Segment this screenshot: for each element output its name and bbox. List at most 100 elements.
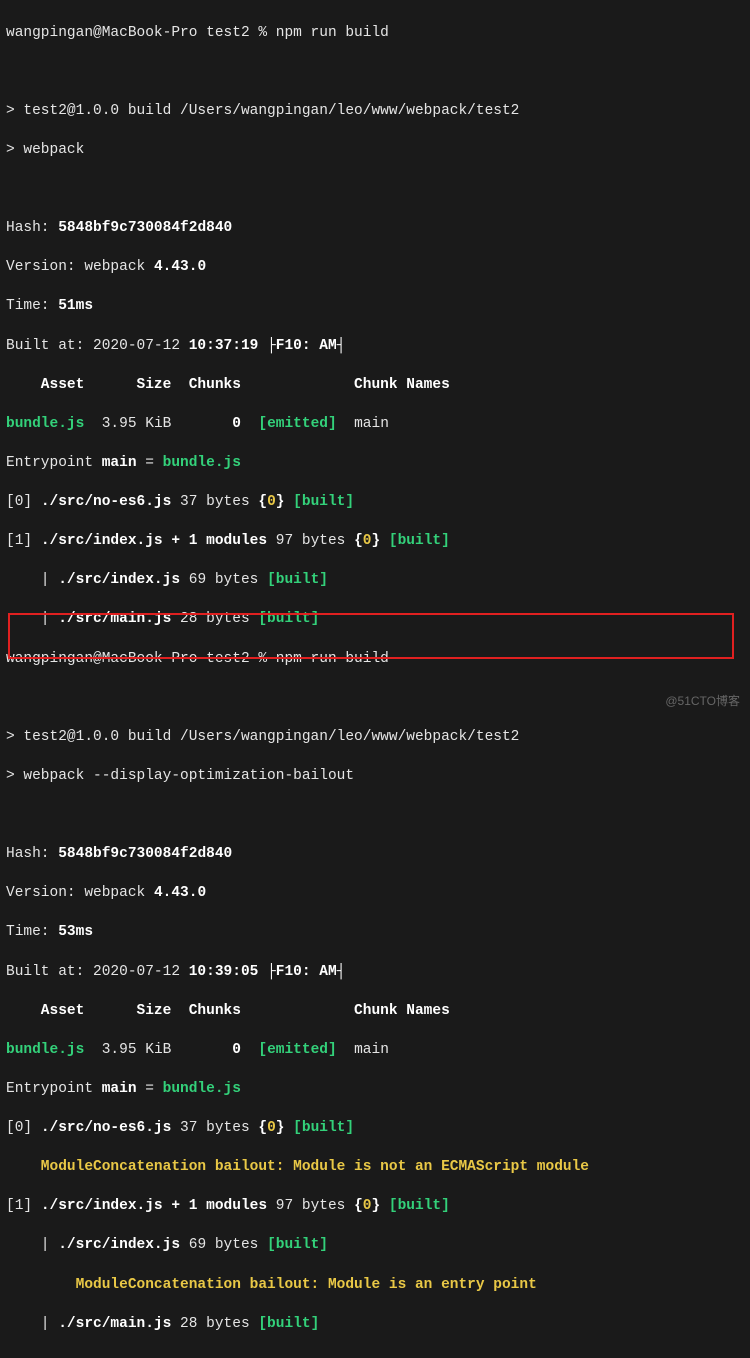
asset-row: bundle.js 3.95 KiB 0 [emitted] main [6,415,744,435]
bailout-line: ModuleConcatenation bailout: Module is n… [6,1158,744,1178]
module-size: 97 bytes [267,533,354,549]
module-index: [1] [6,533,41,549]
module-size: 37 bytes [171,1120,258,1136]
emitted-badge: [emitted] [258,1042,336,1058]
module-path: ./src/no-es6.js [41,1120,172,1136]
module-line: [1] ./src/index.js + 1 modules 97 bytes … [6,532,744,552]
module-path: ./src/index.js + 1 modules [41,533,267,549]
brace: { [258,1120,267,1136]
spacer [241,1042,258,1058]
asset-name: bundle.js [6,416,84,432]
module-path: ./src/index.js [58,1237,180,1253]
time-value: 53ms [58,924,93,940]
entrypoint-bundle: bundle.js [163,1081,241,1097]
entrypoint-line: Entrypoint main = bundle.js [6,454,744,474]
blank-line [6,63,744,83]
script-header: > webpack --display-optimization-bailout [6,767,744,787]
module-index: [0] [6,1120,41,1136]
hash-label: Hash: [6,220,58,236]
module-size: 37 bytes [171,494,258,510]
spacer [380,1198,389,1214]
script-header: > test2@1.0.0 build /Users/wangpingan/le… [6,102,744,122]
tree-prefix: | [6,1316,58,1332]
asset-size: 3.95 KiB [84,1042,232,1058]
built-badge: [built] [258,611,319,627]
brace: { [258,494,267,510]
module-index: [0] [6,494,41,510]
version-value: 4.43.0 [154,885,206,901]
version-value: 4.43.0 [154,259,206,275]
built-label: Built at: 2020-07-12 [6,964,189,980]
brace: } [371,1198,380,1214]
entrypoint-label: Entrypoint [6,1081,102,1097]
module-size: 69 bytes [180,1237,267,1253]
built-badge: [built] [267,1237,328,1253]
time-line: Time: 53ms [6,923,744,943]
module-path: ./src/no-es6.js [41,494,172,510]
tree-prefix: | [6,572,58,588]
module-chunk: 0 [267,494,276,510]
built-badge: [built] [389,1198,450,1214]
module-path: ./src/index.js [58,572,180,588]
module-size: 28 bytes [171,1316,258,1332]
asset-row: bundle.js 3.95 KiB 0 [emitted] main [6,1041,744,1061]
entrypoint-bundle: bundle.js [163,455,241,471]
asset-size: 3.95 KiB [84,416,232,432]
built-suffix: ├F10: AM┤ [258,964,345,980]
watermark: @51CTO博客 [665,693,740,709]
module-size: 97 bytes [267,1198,354,1214]
prompt-line: wangpingan@MacBook-Pro test2 % npm run b… [6,24,744,44]
bailout-line: ModuleConcatenation bailout: Module is a… [6,1276,744,1296]
brace: { [354,533,363,549]
blank-line [6,689,744,709]
module-path: ./src/index.js + 1 modules [41,1198,267,1214]
module-chunk: 0 [267,1120,276,1136]
chunk-names: main [337,416,389,432]
brace: { [354,1198,363,1214]
emitted-badge: [emitted] [258,416,336,432]
terminal-output[interactable]: wangpingan@MacBook-Pro test2 % npm run b… [0,0,750,1358]
spacer [380,533,389,549]
built-badge: [built] [267,572,328,588]
equals: = [137,455,163,471]
entrypoint-name: main [102,455,137,471]
tree-prefix: | [6,611,58,627]
built-suffix: ├F10: AM┤ [258,338,345,354]
blank-line [6,806,744,826]
built-badge: [built] [293,494,354,510]
asset-chunks: 0 [232,1042,241,1058]
module-size: 69 bytes [180,572,267,588]
hash-value: 5848bf9c730084f2d840 [58,846,232,862]
module-chunk: 0 [363,1198,372,1214]
built-badge: [built] [258,1316,319,1332]
built-label: Built at: 2020-07-12 [6,338,189,354]
brace: } [371,533,380,549]
spacer [284,1120,293,1136]
module-index: [1] [6,1198,41,1214]
entrypoint-label: Entrypoint [6,455,102,471]
built-time: 10:37:19 [189,338,259,354]
module-size: 28 bytes [171,611,258,627]
entrypoint-line: Entrypoint main = bundle.js [6,1080,744,1100]
built-time: 10:39:05 [189,964,259,980]
brace: } [276,1120,285,1136]
script-header: > test2@1.0.0 build /Users/wangpingan/le… [6,728,744,748]
equals: = [137,1081,163,1097]
module-path: ./src/main.js [58,611,171,627]
entrypoint-name: main [102,1081,137,1097]
time-label: Time: [6,298,58,314]
module-path: ./src/main.js [58,1316,171,1332]
built-at-line: Built at: 2020-07-12 10:37:19 ├F10: AM┤ [6,337,744,357]
module-line: [1] ./src/index.js + 1 modules 97 bytes … [6,1197,744,1217]
version-label: Version: webpack [6,885,154,901]
submodule-line: | ./src/main.js 28 bytes [built] [6,1315,744,1335]
spacer [241,416,258,432]
version-label: Version: webpack [6,259,154,275]
submodule-line: | ./src/index.js 69 bytes [built] [6,571,744,591]
built-badge: [built] [293,1120,354,1136]
tree-prefix: | [6,1237,58,1253]
blank-line [6,180,744,200]
version-line: Version: webpack 4.43.0 [6,884,744,904]
time-line: Time: 51ms [6,297,744,317]
time-label: Time: [6,924,58,940]
